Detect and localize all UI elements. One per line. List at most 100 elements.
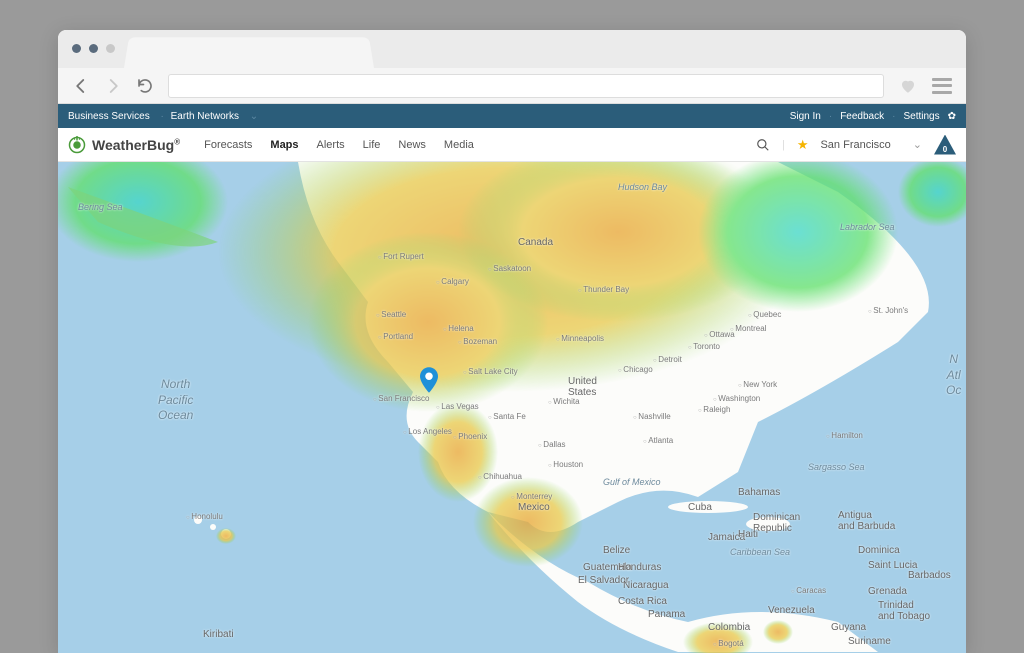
city-label: Chihuahua	[478, 472, 522, 481]
city-label: Phoenix	[453, 432, 487, 441]
city-label: Saskatoon	[488, 264, 531, 273]
search-icon[interactable]	[756, 138, 770, 152]
country-label: Guyana	[831, 622, 866, 633]
primary-nav: WeatherBug® Forecasts Maps Alerts Life N…	[58, 128, 966, 162]
city-label: Quebec	[748, 310, 781, 319]
country-label: Nicaragua	[623, 580, 669, 591]
location-selector[interactable]: San Francisco	[820, 139, 890, 151]
gear-icon[interactable]: ✿	[948, 111, 956, 122]
map-canvas	[58, 162, 966, 653]
city-label: Chicago	[618, 365, 653, 374]
city-label: Bozeman	[458, 337, 497, 346]
city-label: Monterrey	[511, 492, 552, 501]
country-label: El Salvador	[578, 575, 629, 586]
ocean-label: NorthPacificOcean	[158, 377, 193, 424]
city-label: Atlanta	[643, 436, 673, 445]
city-label: Fort Rupert	[378, 252, 424, 261]
city-label: Caracas	[791, 586, 826, 595]
country-label: Bahamas	[738, 487, 780, 498]
weatherbug-logo-icon	[68, 136, 86, 154]
city-label: Toronto	[688, 342, 720, 351]
window-zoom-dot[interactable]	[106, 44, 115, 53]
city-label: Helena	[443, 324, 474, 333]
link-sign-in[interactable]: Sign In	[790, 111, 821, 122]
nav-media[interactable]: Media	[444, 139, 474, 151]
country-label: Mexico	[518, 502, 550, 513]
country-label: Honduras	[618, 562, 661, 573]
nav-news[interactable]: News	[398, 139, 426, 151]
nav-maps[interactable]: Maps	[270, 139, 298, 151]
country-label: DominicanRepublic	[753, 512, 800, 534]
window-close-dot[interactable]	[72, 44, 81, 53]
link-feedback[interactable]: Feedback	[840, 111, 884, 122]
country-label: Suriname	[848, 636, 891, 647]
country-label: Canada	[518, 237, 553, 248]
browser-toolbar	[58, 68, 966, 104]
country-label: Trinidadand Tobago	[878, 600, 930, 622]
city-label: New York	[738, 380, 777, 389]
city-label: Thunder Bay	[578, 285, 629, 294]
ocean-label: NAtlOc	[946, 352, 961, 399]
sea-label: Caribbean Sea	[730, 547, 790, 557]
secondary-nav: Business Services · Earth Networks ⌄ Sig…	[58, 104, 966, 128]
chevron-down-icon[interactable]: ⌄	[913, 138, 922, 151]
city-label: St. John's	[868, 306, 908, 315]
brand-logo[interactable]: WeatherBug®	[68, 136, 180, 154]
city-label: Salt Lake City	[463, 367, 518, 376]
address-bar[interactable]	[168, 74, 884, 98]
city-label: Houston	[548, 460, 583, 469]
alert-badge[interactable]: 0	[934, 135, 956, 155]
browser-tabstrip	[58, 30, 966, 68]
city-label: Detroit	[653, 355, 682, 364]
nav-life[interactable]: Life	[363, 139, 381, 151]
city-label: Santa Fe	[488, 412, 526, 421]
city-label: Bogotá	[713, 639, 744, 648]
star-icon[interactable]: ★	[797, 137, 809, 153]
country-label: Belize	[603, 545, 630, 556]
location-pin-icon[interactable]	[420, 367, 438, 393]
city-label: Portland	[378, 332, 413, 341]
city-label: Dallas	[538, 440, 566, 449]
country-label: Venezuela	[768, 605, 815, 616]
link-business-services[interactable]: Business Services	[68, 111, 150, 122]
city-label: San Francisco	[373, 394, 429, 403]
country-label: Costa Rica	[618, 596, 667, 607]
sea-label: Hudson Bay	[618, 182, 667, 192]
link-earth-networks[interactable]: Earth Networks	[171, 111, 239, 122]
window-minimize-dot[interactable]	[89, 44, 98, 53]
brand-name: WeatherBug®	[92, 137, 180, 153]
browser-window: Business Services · Earth Networks ⌄ Sig…	[58, 30, 966, 653]
country-label: UnitedStates	[568, 376, 597, 398]
window-controls	[72, 44, 115, 53]
city-label: Montreal	[730, 324, 766, 333]
city-label: Hamilton	[826, 431, 863, 440]
browser-tab[interactable]	[124, 37, 374, 68]
country-label: Barbados	[908, 570, 951, 581]
sea-label: Labrador Sea	[840, 222, 895, 232]
link-settings[interactable]: Settings	[903, 111, 939, 122]
heart-icon[interactable]	[898, 77, 918, 95]
forward-icon[interactable]	[104, 77, 122, 95]
country-label: Kiribati	[203, 629, 234, 640]
country-label: Panama	[648, 609, 685, 620]
city-label: Las Vegas	[436, 402, 479, 411]
chevron-down-icon: ⌄	[250, 111, 258, 122]
sea-label: Sargasso Sea	[808, 462, 865, 472]
city-label: Minneapolis	[556, 334, 604, 343]
city-label: Honolulu	[186, 512, 223, 521]
city-label: Calgary	[436, 277, 469, 286]
city-label: Wichita	[548, 397, 580, 406]
city-label: Raleigh	[698, 405, 730, 414]
country-label: Dominica	[858, 545, 900, 556]
city-label: Seattle	[376, 310, 406, 319]
reload-icon[interactable]	[136, 77, 154, 95]
nav-forecasts[interactable]: Forecasts	[204, 139, 252, 151]
country-label: Colombia	[708, 622, 750, 633]
country-label: Grenada	[868, 586, 907, 597]
weather-map[interactable]: NorthPacificOcean NAtlOc Bering Sea Hudson …	[58, 162, 966, 653]
sea-label: Bering Sea	[78, 202, 123, 212]
nav-alerts[interactable]: Alerts	[317, 139, 345, 151]
menu-icon[interactable]	[932, 78, 952, 94]
country-label: Haiti	[738, 529, 758, 540]
back-icon[interactable]	[72, 77, 90, 95]
